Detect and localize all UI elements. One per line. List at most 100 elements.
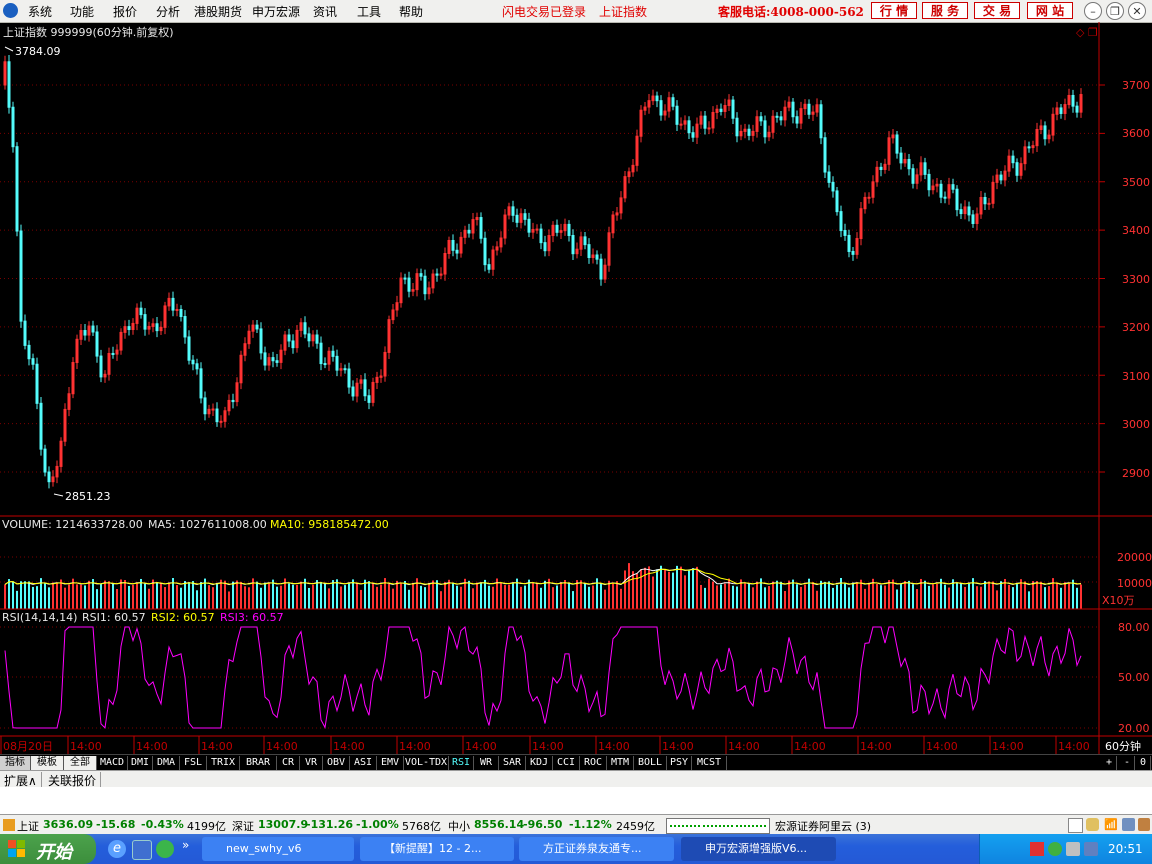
close-icon[interactable]: ✕ bbox=[1128, 2, 1146, 20]
indicator-tab-fsl[interactable]: FSL bbox=[180, 756, 207, 770]
volume-bar bbox=[868, 583, 870, 609]
indicator-tab-kdj[interactable]: KDJ bbox=[526, 756, 553, 770]
menu-tools[interactable]: 工具 bbox=[357, 3, 381, 20]
quicklaunch-more-icon[interactable]: » bbox=[182, 838, 189, 852]
volume-bar bbox=[1040, 581, 1042, 609]
menu-system[interactable]: 系统 bbox=[28, 3, 52, 20]
website-button[interactable]: 网 站 bbox=[1027, 2, 1073, 19]
indicator-tab-vr[interactable]: VR bbox=[300, 756, 323, 770]
menu-hk-futures[interactable]: 港股期货 bbox=[194, 3, 242, 20]
volume-bar bbox=[828, 581, 830, 609]
indicator-tab-trix[interactable]: TRIX bbox=[207, 756, 240, 770]
volume-bar bbox=[1076, 587, 1078, 609]
lock-icon[interactable] bbox=[1086, 818, 1099, 831]
candle-body bbox=[527, 218, 531, 233]
volume-bar bbox=[648, 566, 650, 609]
indicator-tab-dmi[interactable]: DMI bbox=[128, 756, 153, 770]
volume-bar bbox=[452, 582, 454, 609]
task-new-swhy[interactable]: new_swhy_v6 bbox=[202, 837, 354, 861]
indicator-tab-wr[interactable]: WR bbox=[474, 756, 499, 770]
candle-body bbox=[879, 166, 883, 170]
volume-bar bbox=[1008, 584, 1010, 609]
period-label[interactable]: 60分钟 bbox=[1105, 739, 1141, 753]
menu-function[interactable]: 功能 bbox=[70, 3, 94, 20]
chart-title: 上证指数 999999(60分钟.前复权) bbox=[3, 25, 174, 39]
chart-expand-icon[interactable]: ◇ bbox=[1076, 26, 1085, 39]
user-icon[interactable] bbox=[1138, 818, 1150, 831]
indicator-tab-dma[interactable]: DMA bbox=[153, 756, 180, 770]
volume-bar bbox=[148, 588, 150, 609]
candle-body bbox=[747, 128, 751, 136]
indicator-tab-mtm[interactable]: MTM bbox=[607, 756, 634, 770]
tray-network-icon[interactable] bbox=[1084, 842, 1098, 856]
market-button[interactable]: 行 情 bbox=[871, 2, 917, 19]
volume-bar bbox=[508, 584, 510, 609]
browser-icon[interactable] bbox=[132, 840, 152, 860]
task-new-reminder[interactable]: 【新提醒】12 - 2... bbox=[360, 837, 514, 861]
indicator-tab-roc[interactable]: ROC bbox=[580, 756, 607, 770]
index-ticker-icon bbox=[3, 819, 15, 831]
volume-bar bbox=[504, 585, 506, 609]
ie-icon[interactable]: e bbox=[108, 840, 126, 858]
menu-help[interactable]: 帮助 bbox=[399, 3, 423, 20]
indicator-tab-obv[interactable]: OBV bbox=[323, 756, 350, 770]
task-founder-securities[interactable]: 方正证券泉友通专... bbox=[519, 837, 674, 861]
high-price-label: 3784.09 bbox=[15, 45, 61, 58]
indicator-tab-brar[interactable]: BRAR bbox=[240, 756, 277, 770]
tray-volume-icon[interactable] bbox=[1066, 842, 1080, 856]
chart-window-icon[interactable]: ❐ bbox=[1088, 26, 1098, 39]
server-name[interactable]: 宏源证券阿里云 (3) bbox=[775, 818, 871, 834]
volume-bar bbox=[408, 589, 410, 609]
restore-icon[interactable]: ❐ bbox=[1106, 2, 1124, 20]
candle-body bbox=[939, 183, 943, 198]
kline-chart[interactable]: 上证指数 999999(60分钟.前复权) ◇ ❐ 3784.09 2851.2… bbox=[0, 22, 1152, 754]
volume-bar bbox=[484, 579, 486, 609]
menu-analysis[interactable]: 分析 bbox=[156, 3, 180, 20]
menu-swhy[interactable]: 申万宏源 bbox=[252, 3, 300, 20]
indicator-tab-rsi[interactable]: RSI bbox=[449, 756, 474, 770]
tray-update-icon[interactable] bbox=[1048, 842, 1062, 856]
network-icon[interactable] bbox=[1122, 818, 1135, 831]
candle-body bbox=[983, 196, 987, 205]
indicator-tab-macd[interactable]: MACD bbox=[97, 756, 128, 770]
indicator-tab-cci[interactable]: CCI bbox=[553, 756, 580, 770]
zoom-in-button[interactable]: + bbox=[1102, 756, 1117, 770]
volume-bar bbox=[968, 582, 970, 609]
volume-bar bbox=[580, 580, 582, 609]
notepad-icon[interactable] bbox=[1068, 818, 1083, 833]
clock[interactable]: 20:51 bbox=[1108, 842, 1143, 856]
chrome-icon[interactable] bbox=[156, 840, 174, 858]
candle-body bbox=[455, 249, 459, 254]
indicator-tab-emv[interactable]: EMV bbox=[377, 756, 404, 770]
indicator-tab-asi[interactable]: ASI bbox=[350, 756, 377, 770]
volume-bar bbox=[576, 580, 578, 609]
indicator-tab-vol-tdx[interactable]: VOL-TDX bbox=[404, 756, 449, 770]
time-tick-label: 14:00 bbox=[266, 740, 298, 753]
indicator-tab-指标[interactable]: 指标 bbox=[0, 756, 31, 770]
volume-bar bbox=[512, 582, 514, 609]
indicator-tab-cr[interactable]: CR bbox=[277, 756, 300, 770]
indicator-tab-全部[interactable]: 全部 bbox=[64, 756, 97, 770]
indicator-tab-模板[interactable]: 模板 bbox=[31, 756, 64, 770]
trade-button[interactable]: 交 易 bbox=[974, 2, 1020, 19]
zoom-out-button[interactable]: - bbox=[1120, 756, 1135, 770]
tray-redcross-icon[interactable] bbox=[1030, 842, 1044, 856]
volume-bar bbox=[700, 584, 702, 609]
signal-icon[interactable]: 📶 bbox=[1104, 818, 1118, 831]
menu-news[interactable]: 资讯 bbox=[313, 3, 337, 20]
indicator-tab-mcst[interactable]: MCST bbox=[692, 756, 727, 770]
task-swhy-enhanced[interactable]: 申万宏源增强版V6... bbox=[681, 837, 836, 861]
indicator-tab-psy[interactable]: PSY bbox=[667, 756, 692, 770]
rsi-tick-label: 50.00 bbox=[1118, 671, 1150, 684]
indicator-tab-sar[interactable]: SAR bbox=[499, 756, 526, 770]
rsi-tick-label: 80.00 bbox=[1118, 621, 1150, 634]
indicator-tab-boll[interactable]: BOLL bbox=[634, 756, 667, 770]
volume-bar bbox=[556, 585, 558, 609]
service-button[interactable]: 服 务 bbox=[922, 2, 968, 19]
candle-body bbox=[367, 395, 371, 403]
start-button[interactable]: 开始 bbox=[0, 834, 96, 864]
menu-quote[interactable]: 报价 bbox=[113, 3, 137, 20]
price-tick-label: 3700 bbox=[1122, 79, 1150, 92]
reset-button[interactable]: 0 bbox=[1136, 756, 1151, 770]
minimize-icon[interactable]: – bbox=[1084, 2, 1102, 20]
